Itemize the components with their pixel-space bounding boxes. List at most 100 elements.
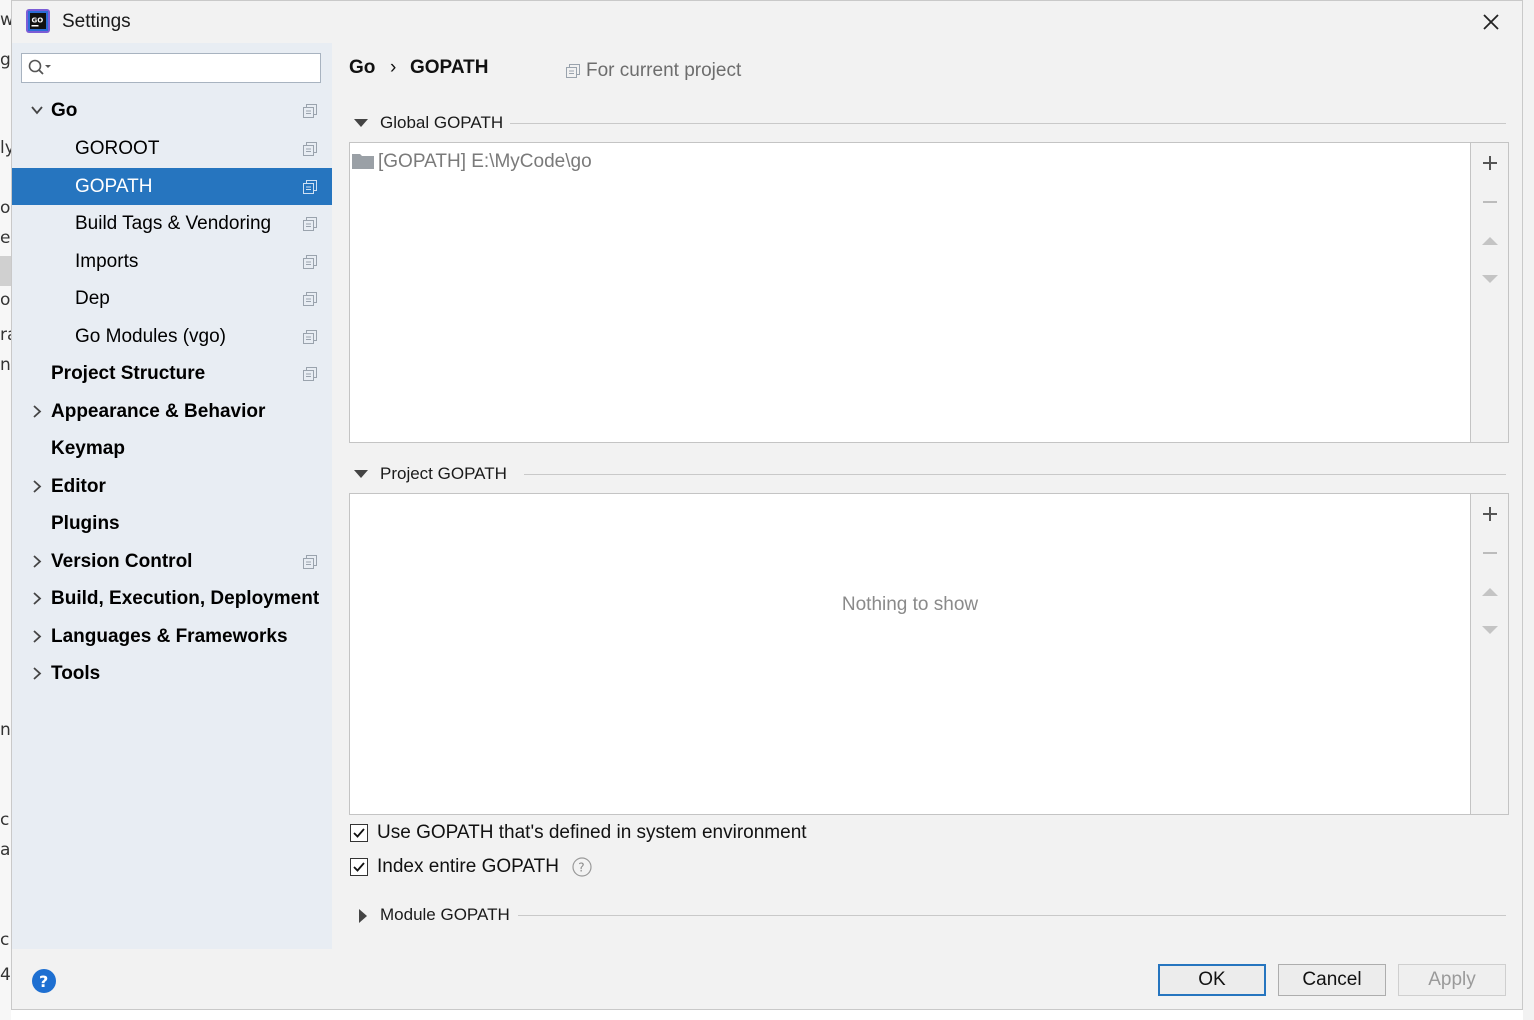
search-icon [28, 59, 51, 75]
project-scope-icon [303, 142, 317, 156]
sidebar-item-dep[interactable]: Dep [12, 280, 332, 317]
page-title: GOPATH [410, 57, 489, 78]
add-icon[interactable] [1480, 504, 1500, 524]
sidebar-item-label: Plugins [51, 513, 120, 534]
list-item[interactable]: [GOPATH] E:\MyCode\go [352, 151, 592, 173]
sidebar-item-project-structure[interactable]: Project Structure [12, 355, 332, 392]
sidebar-item-goroot[interactable]: GOROOT [12, 130, 332, 167]
chevron-right-icon [33, 555, 42, 568]
project-scope-icon [566, 64, 580, 78]
chevron-down-icon [31, 106, 43, 115]
help-icon[interactable]: ? [572, 857, 592, 877]
chevron-right-icon [33, 480, 42, 493]
close-icon[interactable] [1478, 9, 1504, 35]
sidebar-item-label: Go Modules (vgo) [75, 326, 227, 347]
sidebar-item-label: Editor [51, 476, 106, 497]
add-icon[interactable] [1480, 153, 1500, 173]
goland-app-icon: GO [26, 9, 50, 33]
folder-icon [352, 154, 374, 169]
remove-icon[interactable] [1480, 543, 1500, 563]
global-gopath-list[interactable]: [GOPATH] E:\MyCode\go [349, 142, 1471, 443]
sidebar-item-keymap[interactable]: Keymap [12, 430, 332, 467]
sidebar-item-version-control[interactable]: Version Control [12, 543, 332, 580]
sidebar-item-go[interactable]: Go [12, 92, 332, 129]
settings-content: Go › GOPATH For current project Global G… [332, 43, 1522, 949]
chevron-right-icon [33, 405, 42, 418]
checkbox-box[interactable] [350, 858, 368, 876]
sidebar-item-plugins[interactable]: Plugins [12, 505, 332, 542]
checkbox-label: Use GOPATH that's defined in system envi… [377, 822, 807, 843]
triangle-right-icon [359, 909, 367, 923]
svg-text:GO: GO [32, 17, 44, 25]
settings-dialog: GO Settings Go GOROOT GOPATH Build Tags … [11, 0, 1523, 1010]
sidebar-item-label: Build, Execution, Deployment [51, 588, 320, 609]
project-scope-icon [303, 255, 317, 269]
checkbox-label: Index entire GOPATH [377, 856, 559, 877]
project-gopath-list[interactable]: Nothing to show [349, 493, 1471, 815]
move-up-icon[interactable] [1480, 582, 1500, 602]
scope-indicator: For current project [566, 60, 741, 82]
breadcrumb-parent[interactable]: Go [349, 57, 375, 79]
sidebar-item-label: Appearance & Behavior [51, 401, 266, 422]
sidebar-item-tools[interactable]: Tools [12, 655, 332, 692]
window-title: Settings [62, 11, 131, 32]
project-scope-icon [303, 555, 317, 569]
cancel-button[interactable]: Cancel [1278, 964, 1386, 996]
svg-text:?: ? [39, 972, 48, 991]
apply-button[interactable]: Apply [1398, 964, 1506, 996]
sidebar-item-editor[interactable]: Editor [12, 468, 332, 505]
project-scope-icon [303, 367, 317, 381]
project-scope-icon [303, 292, 317, 306]
move-down-icon[interactable] [1480, 269, 1500, 289]
scope-label: For current project [586, 60, 742, 81]
empty-state-text: Nothing to show [841, 594, 979, 615]
background-window-edge: wgly oeo rann cac4 [0, 0, 11, 1020]
help-icon[interactable]: ? [32, 969, 56, 993]
title-bar: GO Settings [12, 1, 1522, 43]
project-scope-icon [303, 104, 317, 118]
sidebar-item-build-tags[interactable]: Build Tags & Vendoring [12, 205, 332, 242]
remove-icon[interactable] [1480, 192, 1500, 212]
project-scope-icon [303, 330, 317, 344]
chevron-right-icon [33, 630, 42, 643]
breadcrumb-separator: › [390, 57, 397, 78]
sidebar-item-label: Dep [75, 288, 110, 309]
triangle-down-icon [354, 119, 368, 127]
ok-button[interactable]: OK [1158, 964, 1266, 996]
checkmark-icon [353, 862, 365, 872]
checkbox-box[interactable] [350, 824, 368, 842]
sidebar-item-label: Build Tags & Vendoring [75, 213, 272, 234]
sidebar-item-label: GOROOT [75, 138, 160, 159]
sidebar-item-languages[interactable]: Languages & Frameworks [12, 618, 332, 655]
divider [524, 474, 1506, 475]
sidebar-item-go-modules[interactable]: Go Modules (vgo) [12, 318, 332, 355]
move-up-icon[interactable] [1480, 231, 1500, 251]
project-scope-icon [303, 217, 317, 231]
checkmark-icon [353, 828, 365, 838]
sidebar-item-build-execution[interactable]: Build, Execution, Deployment [12, 580, 332, 617]
move-down-icon[interactable] [1480, 620, 1500, 640]
sidebar-item-label: Go [51, 100, 78, 121]
sidebar-item-appearance[interactable]: Appearance & Behavior [12, 393, 332, 430]
divider [518, 915, 1506, 916]
sidebar-item-label: Tools [51, 663, 101, 684]
sidebar-item-label: Version Control [51, 551, 193, 572]
sidebar-item-label: GOPATH [75, 176, 153, 197]
settings-sidebar: Go GOROOT GOPATH Build Tags & Vendoring … [12, 43, 332, 949]
project-scope-icon [303, 180, 317, 194]
search-input[interactable] [21, 53, 321, 83]
sidebar-item-gopath[interactable]: GOPATH [12, 168, 332, 205]
gopath-entry-text: [GOPATH] E:\MyCode\go [378, 151, 592, 172]
background-window-edge-right [1523, 0, 1534, 1020]
sidebar-item-imports[interactable]: Imports [12, 243, 332, 280]
section-heading: Module GOPATH [380, 905, 510, 924]
project-gopath-toolbar [1471, 493, 1509, 815]
section-heading: Project GOPATH [380, 464, 507, 483]
chevron-right-icon [33, 592, 42, 605]
sidebar-item-label: Project Structure [51, 363, 206, 384]
global-gopath-toolbar [1471, 142, 1509, 443]
sidebar-item-label: Languages & Frameworks [51, 626, 288, 647]
section-heading: Global GOPATH [380, 113, 504, 132]
divider [510, 123, 1506, 124]
sidebar-item-label: Imports [75, 251, 139, 272]
